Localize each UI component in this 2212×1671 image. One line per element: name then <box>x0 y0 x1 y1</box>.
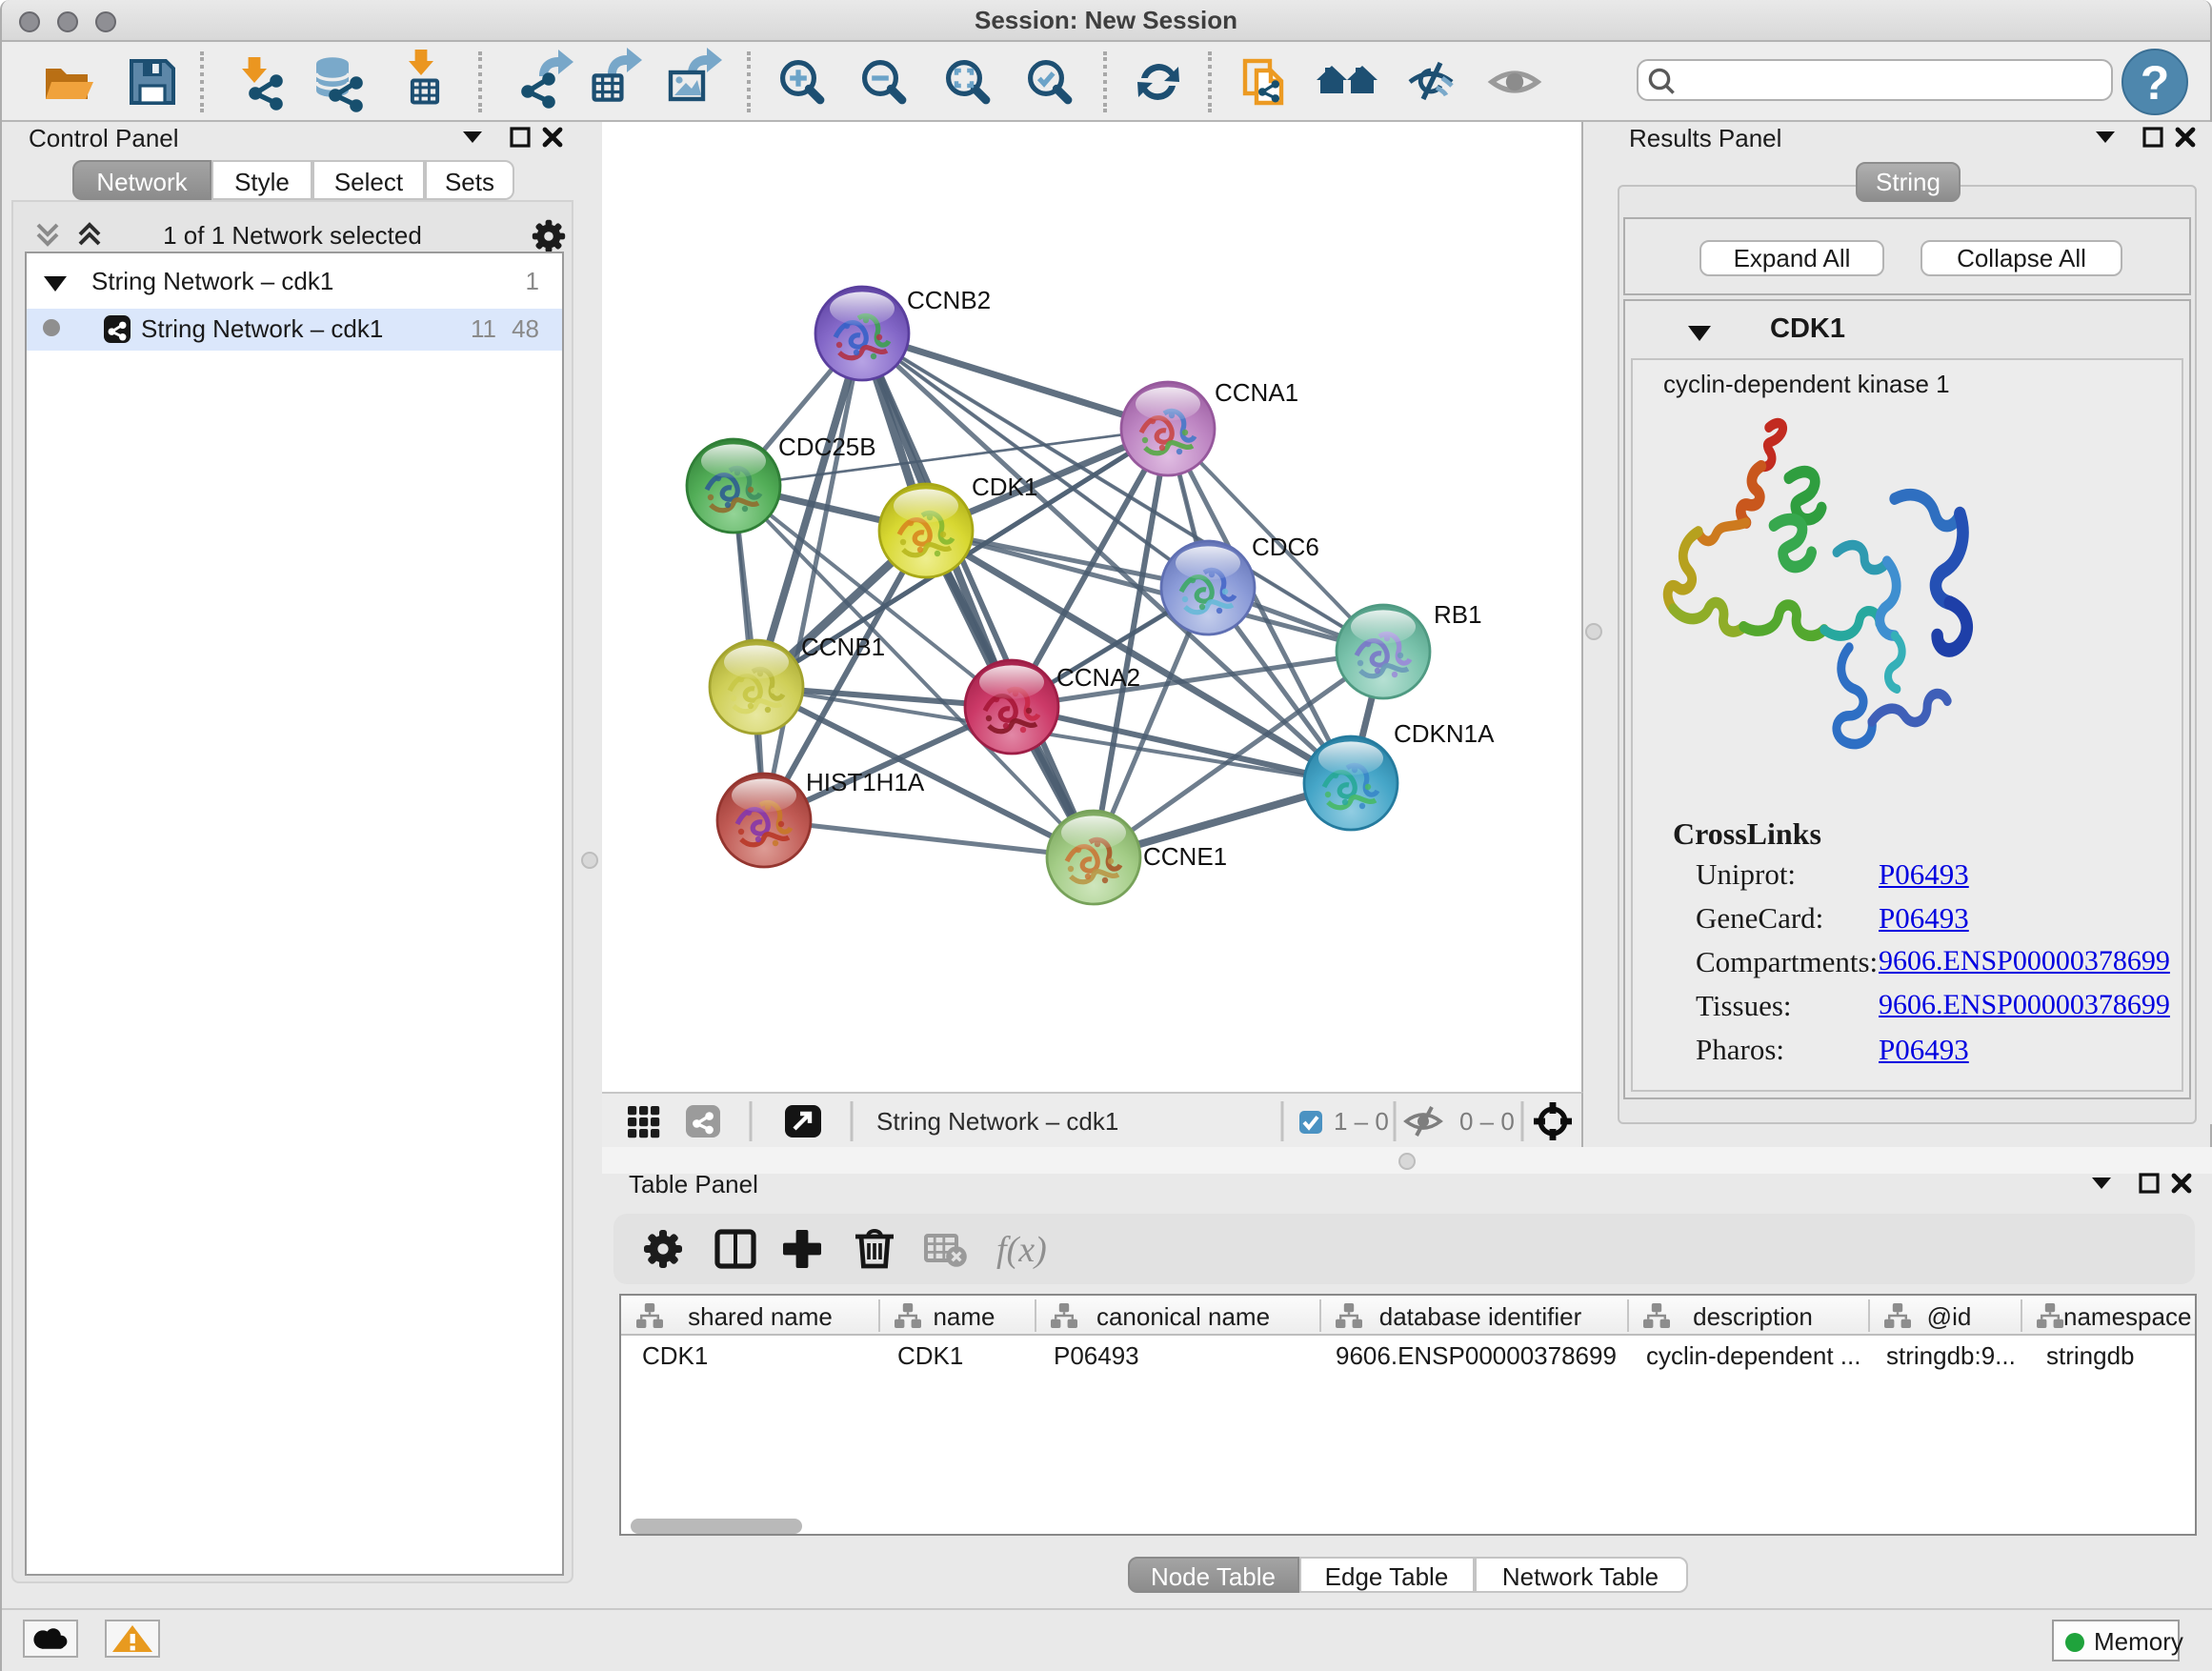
svg-text:String Network – cdk1: String Network – cdk1 <box>876 1107 1118 1136</box>
svg-text:HIST1H1A: HIST1H1A <box>806 768 925 796</box>
svg-text:@id: @id <box>1927 1302 1972 1331</box>
svg-text:0 – 0: 0 – 0 <box>1459 1107 1515 1136</box>
svg-text:shared name: shared name <box>688 1302 833 1331</box>
svg-text:1 – 0: 1 – 0 <box>1334 1107 1389 1136</box>
svg-text:canonical name: canonical name <box>1096 1302 1270 1331</box>
svg-text:CCNA1: CCNA1 <box>1215 378 1298 407</box>
svg-text:CDC25B: CDC25B <box>778 433 876 461</box>
svg-text:CDKN1A: CDKN1A <box>1394 719 1495 748</box>
svg-text:?: ? <box>2141 56 2170 110</box>
svg-text:RB1: RB1 <box>1434 600 1482 629</box>
svg-text:CDK1: CDK1 <box>972 473 1037 501</box>
svg-text:description: description <box>1693 1302 1813 1331</box>
svg-text:name: name <box>933 1302 995 1331</box>
svg-text:CCNA2: CCNA2 <box>1056 663 1140 692</box>
svg-text:CCNE1: CCNE1 <box>1143 842 1227 871</box>
svg-text:CCNB1: CCNB1 <box>801 633 885 661</box>
svg-text:namespace: namespace <box>2063 1302 2191 1331</box>
svg-text:CDC6: CDC6 <box>1252 533 1319 561</box>
svg-text:f(x): f(x) <box>996 1230 1047 1270</box>
svg-text:database identifier: database identifier <box>1379 1302 1582 1331</box>
svg-text:CCNB2: CCNB2 <box>907 286 991 314</box>
